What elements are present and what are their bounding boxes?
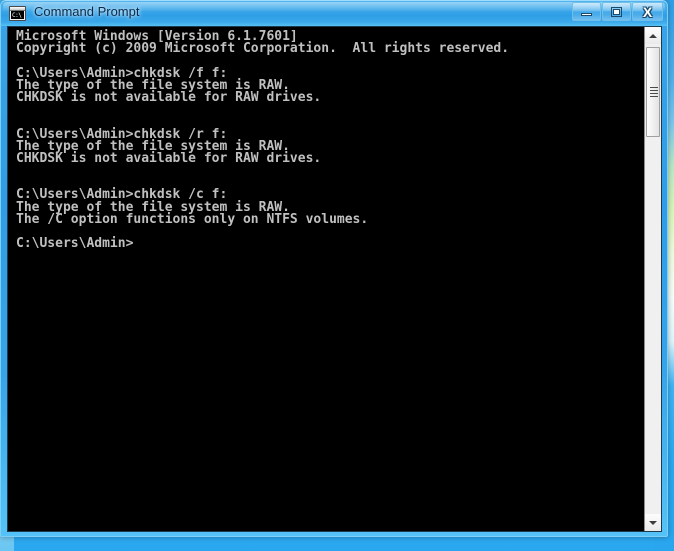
scroll-down-arrow-icon [649,520,657,525]
console-line: CHKDSK is not available for RAW drives. [16,89,322,105]
close-button[interactable]: X [632,2,663,21]
scroll-up-arrow-icon [649,33,657,38]
window-titlebar[interactable]: C:\ Command Prompt X [1,1,667,26]
console-line: C:\Users\Admin> [16,236,134,252]
scroll-down-button[interactable] [645,514,661,531]
minimize-button[interactable] [572,2,601,21]
console-line: CHKDSK is not available for RAW drives. [16,150,322,166]
minimize-icon [581,13,592,16]
console-scrollbar[interactable] [644,27,661,531]
window-title: Command Prompt [34,4,140,19]
cmd-icon-screen-text: C:\ [11,11,24,19]
cmd-prompt-icon[interactable]: C:\ [9,6,26,21]
console-text-buffer: Microsoft Windows [Version 6.1.7601] Copy… [16,30,639,252]
console-output-area[interactable]: Microsoft Windows [Version 6.1.7601] Copy… [7,26,662,532]
command-prompt-window[interactable]: C:\ Command Prompt X Microsoft Windows [… [0,0,668,537]
scrollbar-grip-icon [650,87,658,97]
maximize-icon [611,6,622,17]
console-line: The /C option functions only on NTFS vol… [16,211,369,227]
window-controls: X [572,2,663,21]
scroll-up-button[interactable] [645,27,661,44]
maximize-button[interactable] [602,2,631,21]
close-icon: X [642,3,653,20]
scrollbar-thumb[interactable] [646,47,660,137]
console-line: Copyright (c) 2009 Microsoft Corporation… [16,41,510,57]
